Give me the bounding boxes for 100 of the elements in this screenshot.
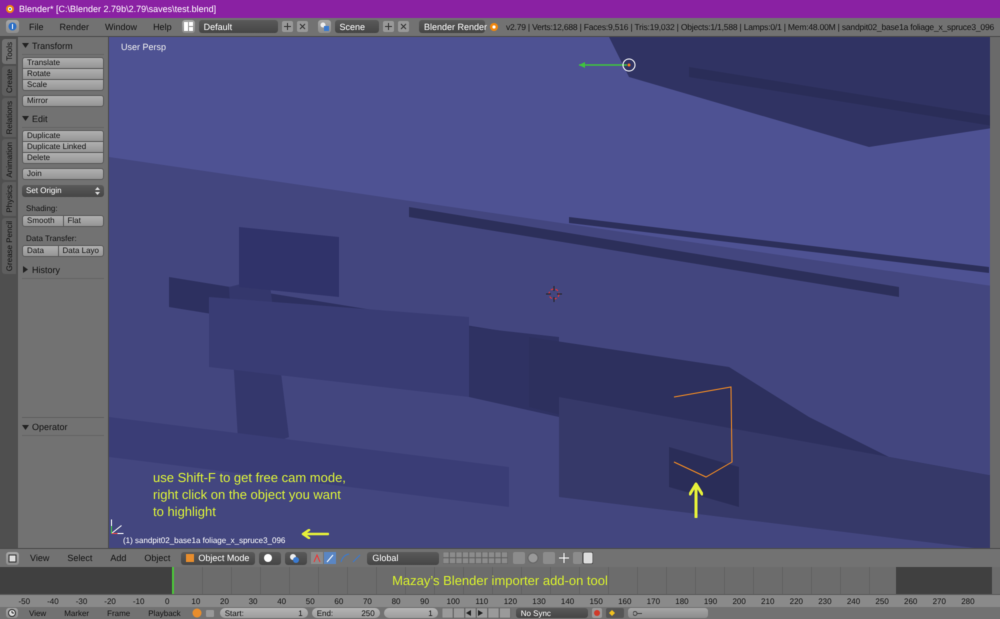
frame-number: -30 [74, 596, 88, 606]
mode-dropdown[interactable]: Object Mode [181, 552, 256, 565]
shading-button[interactable] [259, 552, 282, 565]
frame-number: 150 [588, 596, 604, 606]
menu-item[interactable]: File [23, 22, 50, 32]
frame-number: 0 [164, 596, 170, 606]
tool-button[interactable]: Data [22, 244, 59, 257]
render-icon [488, 22, 499, 32]
frame-number: 70 [362, 596, 373, 606]
pivot-icon [290, 554, 300, 563]
updown-arrows-icon [95, 186, 100, 195]
menu-item[interactable]: Add [103, 553, 134, 564]
frame-number: -10 [132, 596, 146, 606]
menu-item[interactable]: Window [99, 22, 144, 32]
toolbar-icons-drawing[interactable] [513, 552, 594, 564]
sphere-icon [264, 554, 272, 562]
close-icon[interactable] [296, 21, 308, 32]
frame-number: -50 [18, 596, 32, 606]
key-icon [632, 610, 642, 617]
expanded-triangle-icon[interactable] [22, 115, 29, 122]
tool-button[interactable]: Smooth [22, 214, 64, 227]
object-cube-icon [186, 554, 194, 562]
menu-item[interactable]: View [22, 608, 54, 618]
panel-header[interactable]: History [32, 264, 60, 275]
tool-button[interactable]: Mirror [22, 94, 104, 107]
scene-icon[interactable] [318, 20, 330, 34]
frame-number: 180 [674, 596, 690, 606]
frame-number: 250 [874, 596, 890, 606]
current-frame-line [172, 567, 174, 594]
frame-number: 160 [617, 596, 632, 606]
menu-item[interactable]: Render [54, 22, 96, 32]
start-frame-field[interactable]: Start: 1 [220, 608, 308, 618]
cube-icon [8, 554, 17, 563]
sync-dropdown[interactable]: No Sync [516, 608, 588, 618]
axis-icon [111, 519, 124, 534]
frame-number: 60 [333, 596, 344, 606]
section-label: Shading: [25, 202, 59, 215]
frame-number: 40 [276, 596, 288, 606]
3d-cursor-icon [546, 286, 562, 302]
collapsed-triangle-icon[interactable] [22, 266, 29, 274]
menu-item[interactable]: Select [60, 553, 100, 564]
tool-button[interactable]: Delete [22, 152, 104, 164]
menu-item[interactable]: Object [137, 553, 178, 564]
keying-set-field[interactable] [628, 608, 708, 618]
render-engine-dropdown[interactable]: Blender Render [418, 20, 485, 34]
caption-text: Mazay’s Blender importer add-on tool [392, 573, 608, 588]
editor-type-button[interactable] [6, 20, 19, 34]
arrow-icon [689, 482, 703, 518]
close-icon[interactable] [398, 21, 409, 32]
menu-item[interactable]: Playback [141, 608, 188, 618]
frame-number: 220 [788, 596, 804, 606]
menu-item[interactable]: View [23, 553, 56, 564]
frame-number: 210 [760, 596, 776, 606]
playback-controls-icon[interactable] [442, 608, 512, 618]
set-origin-dropdown[interactable]: Set Origin [22, 184, 104, 197]
tool-button[interactable]: Duplicate Linked [22, 140, 104, 153]
tool-button[interactable]: Data Layo [58, 244, 104, 257]
tool-button[interactable]: Flat [62, 214, 104, 227]
tool-button[interactable]: Duplicate [22, 130, 104, 142]
frame-number: 130 [531, 596, 547, 606]
frame-number: 240 [846, 596, 862, 606]
frame-number: 260 [903, 596, 918, 606]
blender-logo-icon [4, 3, 15, 14]
add-icon[interactable] [382, 21, 394, 32]
arrow-icon [301, 528, 329, 539]
frame-number: 280 [960, 596, 976, 606]
frame-number: 100 [446, 596, 461, 606]
menu-item[interactable]: Help [147, 22, 178, 32]
editor-type-button[interactable] [6, 552, 19, 565]
tool-button[interactable]: Translate [22, 56, 104, 69]
current-frame-field[interactable]: 1 [384, 608, 438, 618]
editor-type-button[interactable] [6, 608, 18, 618]
pivot-button[interactable] [285, 552, 308, 565]
scene-field[interactable]: Scene [334, 20, 379, 34]
layout-icon[interactable] [182, 20, 195, 34]
panel-header[interactable]: Operator [32, 422, 68, 432]
expanded-triangle-icon[interactable] [22, 42, 29, 50]
panel-header[interactable]: Edit [32, 114, 48, 124]
keying-icon[interactable] [606, 608, 624, 618]
frame-number: 200 [731, 596, 747, 606]
frame-number: 270 [932, 596, 947, 606]
tool-button[interactable]: Scale [22, 78, 104, 91]
menu-item[interactable]: Marker [57, 608, 96, 618]
panel-header[interactable]: Transform [32, 40, 73, 51]
window-title: Blender* [C:\Blender 2.79b\2.79\saves\test.blend] [19, 4, 216, 14]
frame-number: 190 [702, 596, 718, 606]
info-icon [8, 22, 17, 32]
expanded-triangle-icon[interactable] [22, 424, 29, 431]
menu-item[interactable]: Frame [100, 608, 138, 618]
add-icon[interactable] [282, 21, 292, 32]
end-frame-field[interactable]: End: 250 [312, 608, 380, 618]
orientation-dropdown[interactable]: Global [367, 552, 440, 565]
tool-button[interactable]: Rotate [22, 68, 104, 80]
frame-number: 110 [474, 596, 490, 606]
frame-number: 90 [419, 596, 430, 606]
tool-button[interactable]: Join [22, 168, 104, 180]
layout-field[interactable]: Default [198, 20, 278, 34]
frame-number: -40 [46, 596, 60, 606]
frame-number: -20 [103, 596, 117, 606]
panel-tab[interactable]: Tools [2, 38, 16, 64]
